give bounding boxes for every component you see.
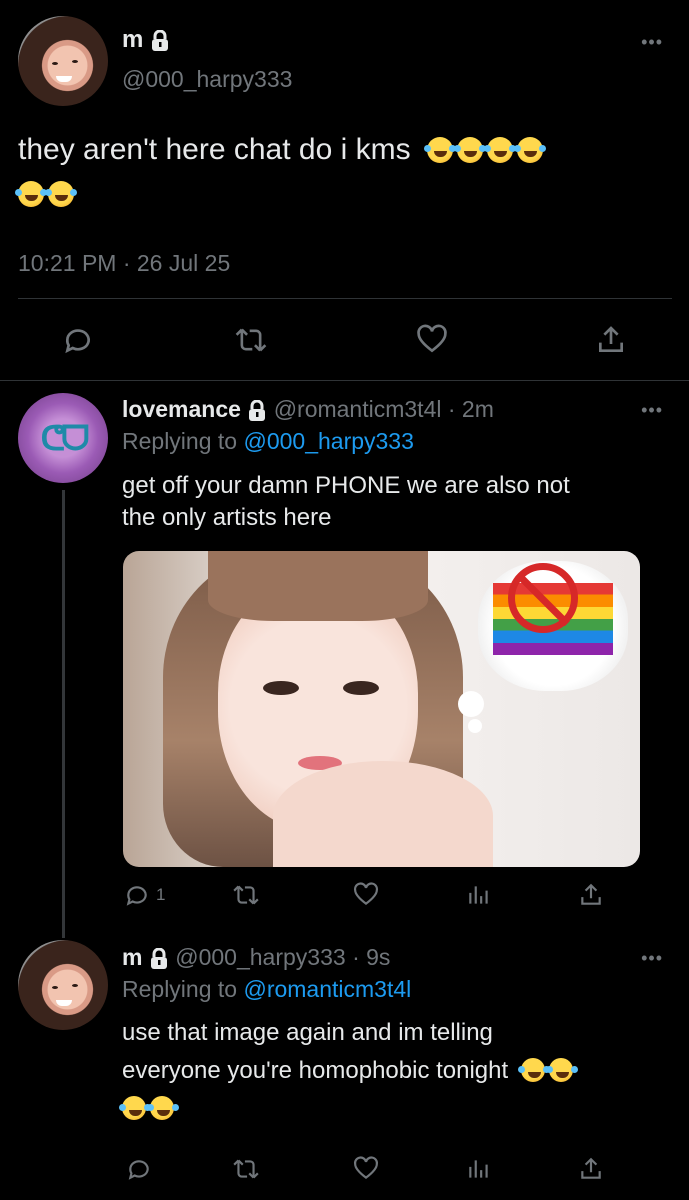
more-options-icon[interactable]: ••• [641, 948, 663, 969]
display-name-text: m [122, 26, 144, 53]
divider [18, 298, 672, 299]
reply-icon [65, 329, 90, 354]
reply-button[interactable] [126, 1156, 152, 1182]
handle[interactable]: @000_harpy333 [122, 66, 292, 93]
tears-of-joy-emoji [147, 1096, 174, 1120]
display-name[interactable]: lovemance [122, 396, 241, 422]
rolling-laughing-emoji [15, 181, 44, 207]
share-button[interactable] [578, 1156, 604, 1182]
more-options-icon[interactable]: ••• [641, 32, 663, 53]
avatar[interactable]: ᕦᗜ [18, 393, 108, 483]
lock-icon [249, 399, 266, 421]
more-options-icon[interactable]: ••• [641, 400, 663, 421]
reply-count: 1 [156, 885, 166, 904]
section-divider [0, 380, 689, 381]
avatar[interactable] [18, 16, 108, 106]
replying-to-label: Replying to [122, 976, 238, 1002]
handle[interactable]: @romanticm3t4l [274, 396, 442, 422]
image-bangs [208, 551, 428, 621]
share-button[interactable] [578, 882, 604, 908]
prohibited-icon [508, 563, 578, 633]
tears-of-joy-emoji [119, 1096, 146, 1120]
mention-link[interactable]: @000_harpy333 [243, 428, 413, 454]
reply-header: m @000_harpy333 · 9s [122, 944, 390, 971]
lock-icon [152, 29, 169, 51]
rolling-laughing-emoji [45, 181, 74, 207]
replying-to-label: Replying to [122, 428, 238, 454]
tweet-text-body: they aren't here chat do i kms [18, 133, 411, 166]
share-icon [581, 1157, 601, 1179]
reply-text-line: everyone you're homophobic tonight [122, 1057, 509, 1084]
retweet-icon [233, 1159, 259, 1179]
handle[interactable]: @000_harpy333 [175, 944, 345, 970]
display-name[interactable]: m [122, 26, 170, 54]
heart-icon [354, 882, 378, 906]
tears-of-joy-emoji [517, 1058, 545, 1082]
reply-icon [128, 1160, 149, 1180]
tweet-text: they aren't here chat do i kms [15, 128, 678, 216]
reply-text-line: the only artists here [122, 504, 332, 531]
reply-text-line: use that image again and im telling [122, 1019, 493, 1046]
mention-link[interactable]: @romanticm3t4l [243, 976, 411, 1002]
relative-time[interactable]: · 9s [352, 944, 390, 970]
lock-icon [150, 947, 167, 969]
heart-icon [417, 324, 447, 353]
replying-to: Replying to @romanticm3t4l [122, 976, 411, 1003]
reply-text-line: get off your damn PHONE we are also not [122, 472, 570, 499]
relative-time[interactable]: · 2m [448, 396, 494, 422]
analytics-button[interactable] [466, 882, 492, 908]
analytics-icon [469, 886, 488, 904]
retweet-button[interactable] [232, 1156, 260, 1182]
replying-to: Replying to @000_harpy333 [122, 428, 414, 455]
retweet-button[interactable] [234, 324, 268, 356]
like-button[interactable] [352, 882, 380, 908]
heart-icon [354, 1156, 378, 1180]
reply-button[interactable]: 1 [124, 882, 165, 908]
rolling-laughing-emoji [423, 137, 453, 163]
reply-text: get off your damn PHONE we are also not … [122, 470, 570, 534]
reply-text: use that image again and im telling ever… [119, 1014, 682, 1128]
timestamp[interactable]: 10:21 PM · 26 Jul 25 [18, 250, 230, 277]
attached-image[interactable] [123, 551, 640, 867]
reply-header: lovemance @romanticm3t4l · 2m [122, 396, 494, 423]
rolling-laughing-emoji [483, 137, 513, 163]
tears-of-joy-emoji [545, 1058, 573, 1082]
retweet-icon [235, 328, 267, 352]
analytics-button[interactable] [466, 1156, 492, 1182]
reply-button[interactable] [62, 324, 94, 356]
retweet-icon [233, 885, 259, 905]
share-icon [581, 883, 601, 905]
avatar[interactable] [18, 940, 108, 1030]
rolling-laughing-emoji [513, 137, 543, 163]
share-button[interactable] [595, 324, 627, 356]
thread-line [62, 490, 65, 938]
retweet-button[interactable] [232, 882, 260, 908]
rolling-laughing-emoji [453, 137, 483, 163]
like-button[interactable] [415, 324, 449, 356]
reply-icon [126, 886, 147, 906]
logo-glyph-icon: ᕦᗜ [40, 419, 89, 459]
display-name[interactable]: m [122, 944, 142, 970]
like-button[interactable] [352, 1156, 380, 1182]
share-icon [599, 326, 623, 352]
thought-bubble [478, 561, 628, 691]
analytics-icon [469, 1160, 488, 1178]
image-hand [273, 761, 493, 867]
